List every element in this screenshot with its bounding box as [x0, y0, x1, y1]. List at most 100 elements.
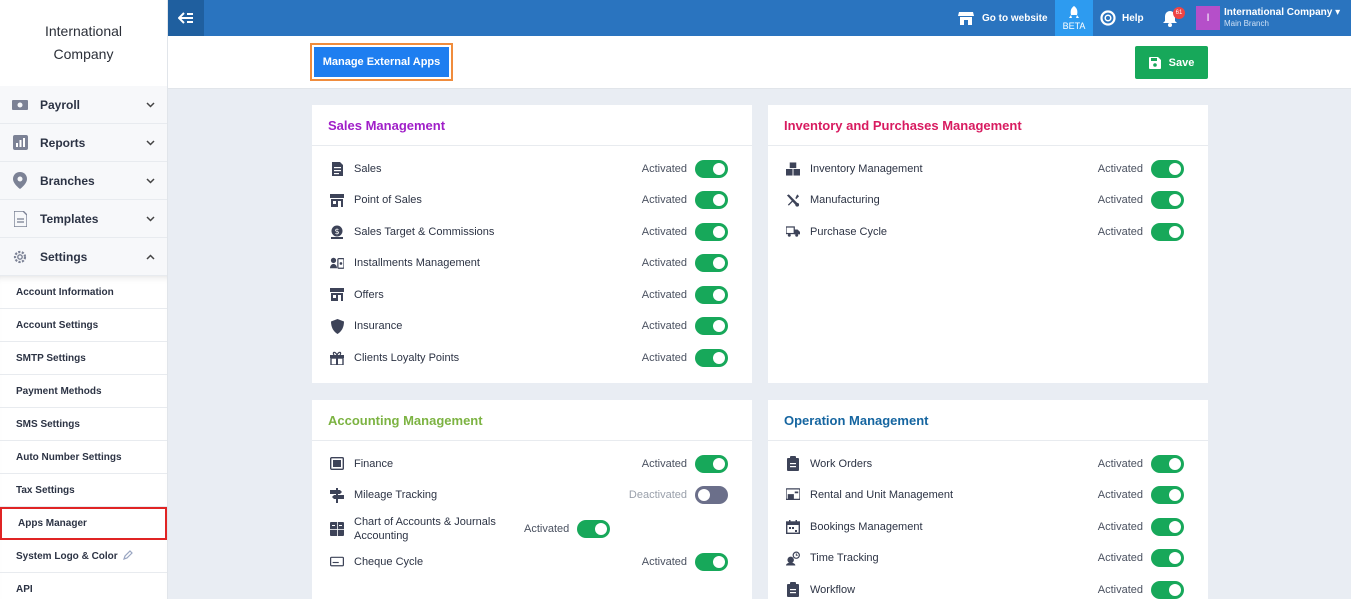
app-toggle[interactable]: [1151, 549, 1184, 568]
sidebar-item-tax-settings[interactable]: Tax Settings: [0, 474, 167, 507]
sidebar-item-templates[interactable]: Templates: [0, 200, 167, 238]
app-row: Cheque Cycle Activated: [312, 546, 752, 578]
app-row: Inventory Management Activated: [768, 153, 1208, 185]
app-status: Activated: [1097, 489, 1143, 502]
sidebar-item-label: Templates: [40, 211, 99, 226]
app-status: Activated: [1097, 162, 1143, 175]
app-toggle[interactable]: [695, 552, 728, 571]
app-status: Activated: [641, 162, 687, 175]
clipboard-icon: [786, 582, 800, 598]
action-bar: Manage External Apps Save: [168, 36, 1351, 89]
app-name: Installments Management: [354, 257, 480, 270]
sidebar-item-payroll[interactable]: Payroll: [0, 86, 167, 124]
app-status: Activated: [641, 194, 687, 207]
tools-icon: [786, 193, 800, 207]
app-toggle[interactable]: [577, 519, 611, 538]
beta-label: BETA: [1062, 20, 1086, 31]
notification-count-badge: 61: [1173, 7, 1185, 19]
app-toggle[interactable]: [695, 254, 728, 273]
app-toggle[interactable]: [695, 348, 728, 367]
app-toggle[interactable]: [1151, 517, 1184, 536]
manage-external-apps-button[interactable]: Manage External Apps: [310, 43, 453, 81]
app-status: Activated: [1097, 194, 1143, 207]
clipboard-icon: [786, 456, 800, 472]
app-name: Clients Loyalty Points: [354, 351, 460, 364]
sidebar-item-account-settings[interactable]: Account Settings: [0, 309, 167, 342]
gift-icon: [330, 351, 344, 365]
sidebar: International Company Payroll Reports Br…: [0, 0, 168, 599]
help-link[interactable]: Help: [1100, 0, 1144, 36]
sidebar-item-apps-manager[interactable]: Apps Manager: [0, 507, 167, 540]
app-row: Insurance Activated: [312, 311, 752, 343]
app-row: Offers Activated: [312, 279, 752, 311]
app-status: Activated: [1097, 225, 1143, 238]
notifications-button[interactable]: 61: [1162, 0, 1185, 36]
invoice-icon: [330, 161, 344, 176]
beta-button[interactable]: BETA: [1055, 0, 1093, 36]
collapse-sidebar-button[interactable]: [168, 0, 204, 36]
app-toggle[interactable]: [695, 454, 728, 473]
sidebar-item-label: Payroll: [40, 97, 81, 112]
app-row: Manufacturing Activated: [768, 185, 1208, 217]
sidebar-item-label: System Logo & Color: [16, 550, 118, 562]
app-toggle[interactable]: [1151, 159, 1184, 178]
app-status: Activated: [641, 555, 687, 568]
sidebar-item-account-information[interactable]: Account Information: [0, 276, 167, 309]
chevron-down-icon: [145, 138, 155, 148]
sidebar-item-system-logo-color[interactable]: System Logo & Color: [0, 540, 167, 573]
app-name: Inventory Management: [810, 162, 923, 175]
app-name: Offers: [354, 288, 384, 301]
app-name: Manufacturing: [810, 194, 880, 207]
app-toggle[interactable]: [695, 222, 728, 241]
avatar: I: [1196, 6, 1220, 30]
money-icon: [12, 97, 28, 113]
app-status: Activated: [641, 457, 687, 470]
go-to-website-link[interactable]: Go to website: [958, 0, 1048, 36]
app-toggle[interactable]: [695, 191, 728, 210]
sidebar-item-settings[interactable]: Settings: [0, 238, 167, 276]
inventory-management-card: Inventory and Purchases Management Inven…: [768, 105, 1208, 383]
app-toggle[interactable]: [695, 285, 728, 304]
app-toggle[interactable]: [695, 159, 728, 178]
sidebar-item-api[interactable]: API: [0, 573, 167, 599]
sidebar-item-sms-settings[interactable]: SMS Settings: [0, 408, 167, 441]
app-row: Work Orders Activated: [768, 448, 1208, 480]
app-name: Sales: [354, 162, 382, 175]
app-status: Activated: [641, 257, 687, 270]
app-status: Activated: [1097, 457, 1143, 470]
sidebar-item-payment-methods[interactable]: Payment Methods: [0, 375, 167, 408]
app-row: Clients Loyalty Points Activated: [312, 342, 752, 374]
app-name: Insurance: [354, 320, 403, 333]
app-row: Point of Sales Activated: [312, 185, 752, 217]
sidebar-item-reports[interactable]: Reports: [0, 124, 167, 162]
safe-icon: [330, 457, 344, 471]
app-toggle[interactable]: [1151, 580, 1184, 599]
app-toggle[interactable]: [1151, 454, 1184, 473]
truck-icon: [786, 225, 800, 239]
user-menu[interactable]: I International Company ▾ Main Branch: [1196, 0, 1340, 36]
app-toggle[interactable]: [695, 486, 728, 505]
card-title: Operation Management: [768, 400, 1208, 441]
dollar-coin-icon: $: [330, 225, 344, 239]
sidebar-item-smtp-settings[interactable]: SMTP Settings: [0, 342, 167, 375]
app-toggle[interactable]: [1151, 222, 1184, 241]
app-toggle[interactable]: [1151, 486, 1184, 505]
calculator-icon: [330, 521, 344, 536]
app-toggle[interactable]: [695, 317, 728, 336]
app-toggle[interactable]: [1151, 191, 1184, 210]
app-row: $ Sales Target & Commissions Activated: [312, 216, 752, 248]
user-name: International Company ▾: [1224, 7, 1341, 18]
sales-management-card: Sales Management Sales Activated Point of …: [312, 105, 752, 383]
app-row: Finance Activated: [312, 448, 752, 480]
save-button[interactable]: Save: [1135, 46, 1208, 79]
svg-text:$: $: [334, 227, 339, 236]
sidebar-item-auto-number-settings[interactable]: Auto Number Settings: [0, 441, 167, 474]
accounting-management-card: Accounting Management Finance Activated Mi…: [312, 400, 752, 599]
shield-icon: [330, 318, 344, 334]
app-status: Activated: [1097, 583, 1143, 596]
app-status: Activated: [641, 320, 687, 333]
pencil-icon: [122, 549, 134, 564]
document-icon: [12, 210, 28, 227]
sidebar-item-branches[interactable]: Branches: [0, 162, 167, 200]
sidebar-item-label: Reports: [40, 135, 86, 150]
